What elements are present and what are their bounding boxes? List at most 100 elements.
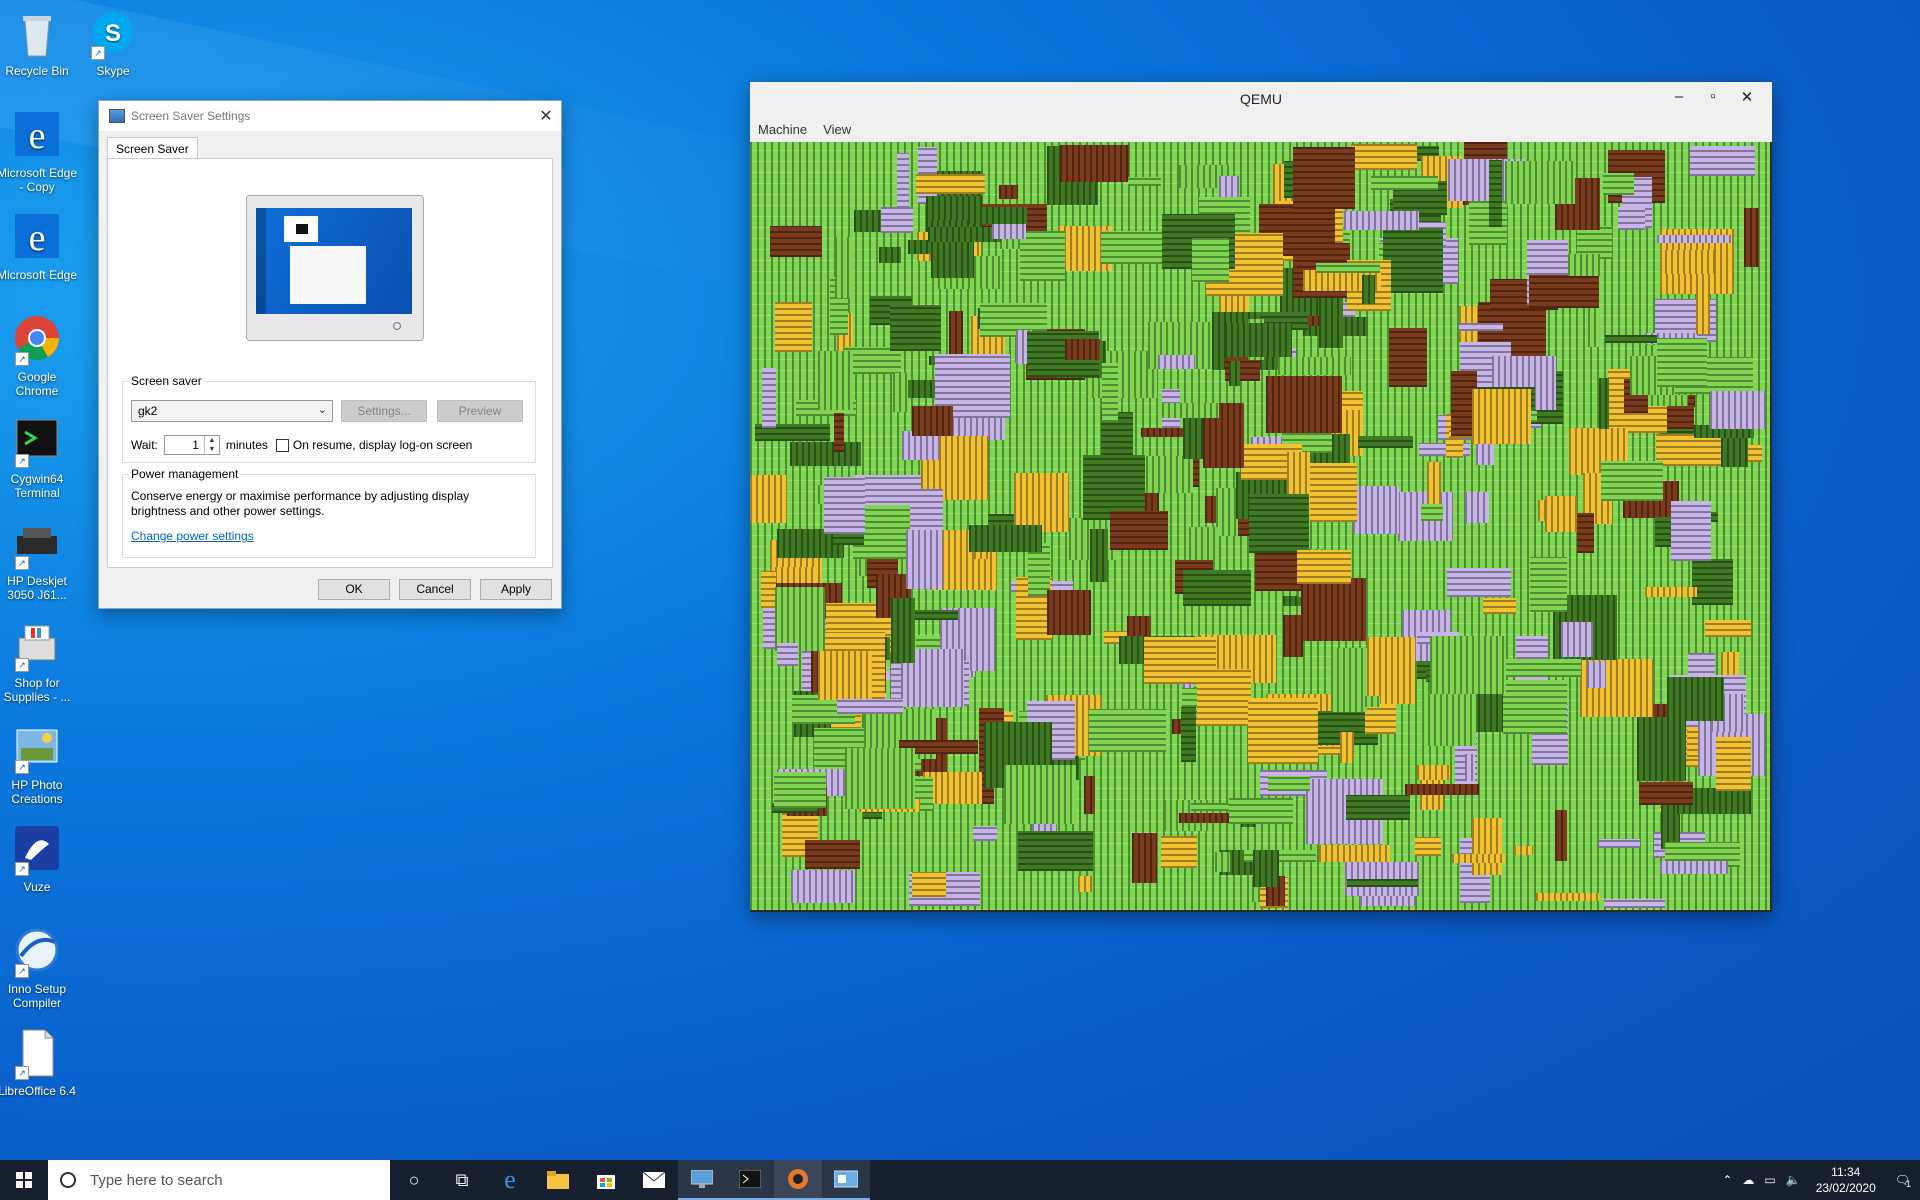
desktop-icon-hp-photo[interactable]: ↗ HP Photo Creations bbox=[0, 722, 78, 806]
qemu-taskbar-icon[interactable] bbox=[774, 1160, 822, 1200]
desktop-icon-inno-setup[interactable]: ↗ Inno Setup Compiler bbox=[0, 926, 78, 1010]
search-box[interactable]: Type here to search bbox=[48, 1160, 390, 1200]
qemu-display-maze[interactable] bbox=[750, 142, 1770, 910]
desktop-icon-cygwin[interactable]: ↗ Cygwin64 Terminal bbox=[0, 416, 78, 500]
power-description: Conserve energy or maximise performance … bbox=[131, 489, 470, 518]
menu-view[interactable]: View bbox=[815, 122, 859, 137]
maze-patch bbox=[1389, 328, 1427, 387]
edge-taskbar-icon[interactable]: e bbox=[486, 1160, 534, 1200]
desktop-icon-shop-supplies[interactable]: ↗ Shop for Supplies - ... bbox=[0, 620, 78, 704]
wait-minutes-stepper[interactable]: 1 ▲ ▼ bbox=[163, 435, 220, 455]
shortcut-arrow-icon: ↗ bbox=[15, 454, 29, 468]
maze-patch bbox=[1229, 361, 1240, 386]
task-view-icon[interactable]: ⧉ bbox=[438, 1160, 486, 1200]
spin-arrows-icon[interactable]: ▲ ▼ bbox=[203, 436, 219, 454]
maze-patch bbox=[1020, 231, 1065, 281]
maze-patch bbox=[893, 373, 908, 412]
desktop-icon-skype[interactable]: S ↗ Skype bbox=[72, 8, 154, 78]
desktop-icon-label: Skype bbox=[96, 64, 130, 78]
desktop-icon-recycle-bin[interactable]: Recycle Bin bbox=[0, 8, 78, 78]
desktop-icon-vuze[interactable]: ↗ Vuze bbox=[0, 824, 78, 894]
system-tray: ⌃ ☁ ▭ 🔈 11:34 23/02/2020 🗨 1 bbox=[1717, 1160, 1920, 1200]
desktop-icon-edge-copy[interactable]: e Microsoft Edge - Copy bbox=[0, 110, 78, 194]
close-button[interactable]: ✕ bbox=[1730, 88, 1764, 106]
desktop-icon-label: HP Photo Creations bbox=[11, 778, 63, 806]
maze-patch bbox=[1605, 335, 1657, 343]
menu-machine[interactable]: Machine bbox=[750, 122, 815, 137]
maze-patch bbox=[805, 840, 860, 869]
maze-patch bbox=[1536, 893, 1599, 901]
qemu-title-bar[interactable]: QEMU – ▫ ✕ bbox=[750, 82, 1772, 116]
maze-patch bbox=[1645, 587, 1697, 597]
maximize-button[interactable]: ▫ bbox=[1696, 88, 1730, 106]
maze-patch bbox=[1278, 357, 1351, 375]
desktop-icon-edge[interactable]: e Microsoft Edge bbox=[0, 212, 78, 282]
mail-icon[interactable] bbox=[630, 1160, 678, 1200]
maze-patch bbox=[1128, 177, 1161, 186]
search-icon bbox=[60, 1172, 76, 1188]
maze-patch bbox=[1090, 529, 1108, 582]
edge-icon: e bbox=[11, 212, 63, 264]
monitor-power-icon bbox=[393, 322, 401, 330]
maze-patch bbox=[1705, 620, 1751, 637]
maze-patch bbox=[1144, 637, 1216, 684]
maze-patch bbox=[969, 525, 1042, 552]
maze-patch bbox=[1192, 238, 1229, 282]
file-explorer-icon[interactable] bbox=[534, 1160, 582, 1200]
change-power-settings-link[interactable]: Change power settings bbox=[131, 529, 254, 543]
apply-button[interactable]: Apply bbox=[480, 579, 552, 600]
preview-button[interactable]: Preview bbox=[437, 400, 523, 422]
maze-patch bbox=[1367, 637, 1415, 704]
tab-screen-saver[interactable]: Screen Saver bbox=[107, 137, 198, 160]
maze-patch bbox=[1383, 228, 1443, 293]
maze-patch bbox=[992, 224, 1026, 239]
maze-patch bbox=[775, 302, 812, 352]
desktop-icon-chrome[interactable]: ↗ Google Chrome bbox=[0, 314, 78, 398]
screensaver-app-taskbar-icon[interactable] bbox=[822, 1160, 870, 1200]
minimize-button[interactable]: – bbox=[1662, 88, 1696, 106]
maze-patch bbox=[775, 587, 825, 651]
desktop-icon-libreoffice[interactable]: ↗ LibreOffice 6.4 bbox=[0, 1028, 78, 1098]
resume-logon-checkbox[interactable] bbox=[275, 438, 289, 452]
svg-text:e: e bbox=[29, 217, 46, 259]
onedrive-cloud-icon[interactable]: ☁ bbox=[1742, 1173, 1754, 1187]
volume-icon[interactable]: 🔈 bbox=[1786, 1173, 1801, 1187]
settings-button[interactable]: Settings... bbox=[341, 400, 427, 422]
clock[interactable]: 11:34 23/02/2020 bbox=[1816, 1164, 1876, 1196]
ok-button[interactable]: OK bbox=[318, 579, 390, 600]
shop-icon: ↗ bbox=[11, 620, 63, 672]
maze-patch bbox=[1346, 795, 1410, 820]
maze-patch bbox=[1415, 837, 1441, 856]
qemu-title: QEMU bbox=[1240, 91, 1282, 107]
maze-patch bbox=[1249, 494, 1309, 553]
qemu-window: QEMU – ▫ ✕ Machine View bbox=[750, 82, 1772, 912]
start-button[interactable] bbox=[0, 1160, 48, 1200]
desktop-icon-hp-deskjet[interactable]: ↗ HP Deskjet 3050 J61... bbox=[0, 518, 78, 602]
network-icon[interactable]: ▭ bbox=[1764, 1173, 1775, 1187]
close-button[interactable]: ✕ bbox=[531, 106, 561, 126]
vuze-icon: ↗ bbox=[11, 824, 63, 876]
chrome-icon: ↗ bbox=[11, 314, 63, 366]
shortcut-arrow-icon: ↗ bbox=[15, 1066, 29, 1080]
terminal-taskbar-icon[interactable] bbox=[726, 1160, 774, 1200]
maze-patch bbox=[1183, 570, 1251, 606]
maze-patch bbox=[1351, 144, 1417, 170]
cortana-icon[interactable]: ○ bbox=[390, 1160, 438, 1200]
screen-saver-select[interactable]: gk2 ⌄ bbox=[131, 400, 333, 422]
tab-panel: Screen saver gk2 ⌄ Settings... Preview W… bbox=[107, 158, 553, 568]
maze-patch bbox=[1660, 861, 1728, 874]
edge-icon: e bbox=[11, 110, 63, 162]
chevron-up-icon[interactable]: ⌃ bbox=[1722, 1173, 1732, 1187]
maze-patch bbox=[1599, 839, 1640, 848]
notification-icon[interactable]: 🗨 1 bbox=[1895, 1173, 1911, 1189]
cancel-button[interactable]: Cancel bbox=[399, 579, 471, 600]
maze-patch bbox=[1637, 717, 1686, 781]
maze-patch bbox=[1465, 754, 1475, 781]
inno-setup-icon: ↗ bbox=[11, 926, 63, 978]
store-icon[interactable] bbox=[582, 1160, 630, 1200]
maze-patch bbox=[1716, 737, 1751, 791]
maze-patch bbox=[1421, 504, 1443, 521]
display-settings-taskbar-icon[interactable] bbox=[678, 1160, 726, 1200]
search-placeholder: Type here to search bbox=[90, 1171, 223, 1189]
dialog-title-bar[interactable]: Screen Saver Settings ✕ bbox=[99, 101, 561, 131]
